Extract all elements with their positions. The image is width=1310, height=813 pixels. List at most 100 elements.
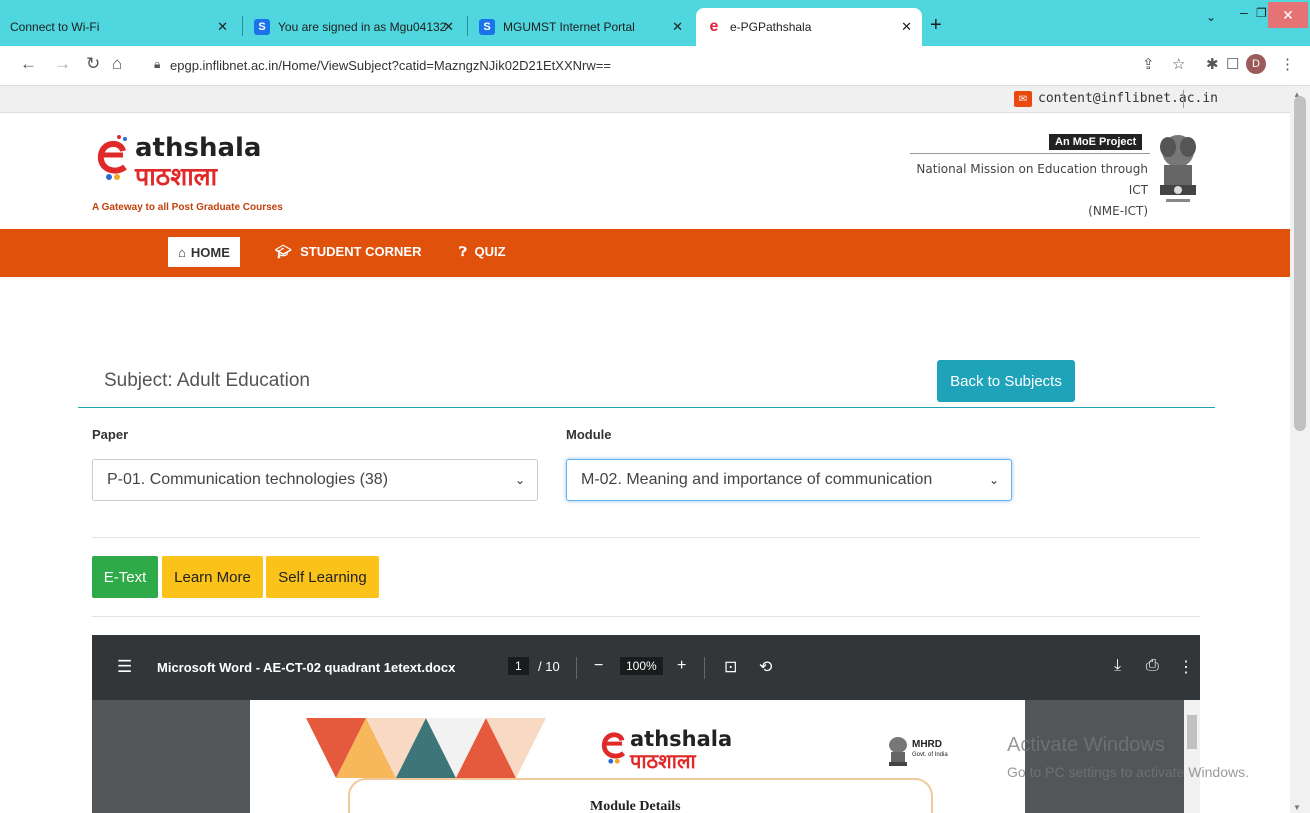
pdf-viewer[interactable]: ☰ Microsoft Word - AE-CT-02 quadrant 1et… <box>92 635 1200 813</box>
bookmark-star-icon[interactable]: ☆ <box>1172 55 1185 73</box>
doc-heading: Module Details <box>590 799 681 813</box>
restore-icon[interactable]: ❐ <box>1256 6 1267 20</box>
doc-logo-text-hindi: पाठशाला <box>630 749 696 773</box>
tab-search-chevron-icon[interactable]: ⌄ <box>1206 10 1216 24</box>
contact-bar: ✉ content@inflibnet.ac.in <box>0 86 1290 113</box>
mission-text: National Mission on Education through IC… <box>894 159 1148 222</box>
epathshala-logo-icon <box>601 732 626 764</box>
pdf-more-icon[interactable]: ⋮ <box>1178 657 1194 677</box>
divider <box>92 616 1200 617</box>
site-favicon-icon: S <box>479 19 495 35</box>
home-icon[interactable]: ⌂ <box>112 54 122 74</box>
national-emblem-icon <box>889 737 907 766</box>
close-icon[interactable]: ✕ <box>672 19 683 35</box>
tab-connect-wifi[interactable]: Connect to Wi-Fi ✕ <box>0 8 238 46</box>
tab-signed-in[interactable]: S You are signed in as Mgu04132 ✕ <box>244 8 464 46</box>
mission-line-1: National Mission on Education through IC… <box>916 162 1148 197</box>
reload-icon[interactable]: ↻ <box>86 54 100 74</box>
chevron-down-icon: ⌄ <box>988 473 999 487</box>
back-to-subjects-button[interactable]: Back to Subjects <box>937 360 1075 402</box>
nav-student-corner[interactable]: 🎓︎ STUDENT CORNER <box>275 244 421 260</box>
etext-button[interactable]: E-Text <box>92 556 158 598</box>
tab-separator <box>242 16 243 36</box>
nav-quiz-label: QUIZ <box>474 244 506 259</box>
share-icon[interactable]: ⇪ <box>1142 55 1155 73</box>
nav-home-label: HOME <box>190 244 230 260</box>
learn-more-button[interactable]: Learn More <box>162 556 263 598</box>
tab-title: You are signed in as Mgu04132 <box>278 20 447 34</box>
question-circle-icon: ❓︎ <box>459 244 467 259</box>
module-select-value: M-02. Meaning and importance of communic… <box>581 471 933 488</box>
module-select[interactable]: M-02. Meaning and importance of communic… <box>566 459 1012 501</box>
pdf-toolbar: ☰ Microsoft Word - AE-CT-02 quadrant 1et… <box>92 635 1200 700</box>
tab-title: e-PGPathshala <box>730 20 812 34</box>
tagline: A Gateway to all Post Graduate Courses <box>92 202 283 213</box>
address-bar: ← → ↻ ⌂ 🔒︎ epgp.inflibnet.ac.in/Home/Vie… <box>0 46 1310 86</box>
main-nav: ⌂ HOME 🎓︎ STUDENT CORNER ❓︎ QUIZ <box>0 229 1290 277</box>
site-favicon-icon: S <box>254 19 270 35</box>
contact-email[interactable]: content@inflibnet.ac.in <box>1038 91 1218 106</box>
nav-quiz[interactable]: ❓︎ QUIZ <box>459 244 506 260</box>
lock-icon[interactable]: 🔒︎ <box>154 57 160 72</box>
module-label: Module <box>566 427 612 442</box>
tab-epg-pathshala[interactable]: e e-PGPathshala ✕ <box>696 8 922 46</box>
divider <box>78 407 1215 408</box>
pdf-page-input[interactable]: 1 <box>508 657 529 675</box>
side-panel-icon[interactable]: ☐ <box>1226 55 1239 73</box>
extensions-icon[interactable]: ✱ <box>1206 55 1219 73</box>
subject-title: Subject: Adult Education <box>104 370 310 391</box>
moe-badge: An MoE Project <box>1049 134 1143 150</box>
national-emblem-icon <box>1160 135 1196 202</box>
pdf-page: athshala पाठशाला MHRD Govt. of India Mod… <box>250 700 1025 813</box>
zoom-out-icon[interactable]: − <box>594 657 603 675</box>
paper-select[interactable]: P-01. Communication technologies (38) ⌄ <box>92 459 538 501</box>
download-icon[interactable]: ⤓ <box>1114 657 1121 675</box>
pdf-scrollbar-thumb[interactable] <box>1187 715 1197 749</box>
nav-home[interactable]: ⌂ HOME <box>168 237 240 267</box>
page-scrollbar-thumb[interactable] <box>1294 96 1306 431</box>
url-text: epgp.inflibnet.ac.in/Home/ViewSubject?ca… <box>170 58 611 73</box>
logo-text-hindi: पाठशाला <box>135 162 218 191</box>
close-icon[interactable]: ✕ <box>901 19 912 35</box>
back-arrow-icon[interactable]: ← <box>20 54 37 74</box>
fit-page-icon[interactable]: ⊡ <box>724 657 737 677</box>
doc-govt-text: Govt. of India <box>912 752 948 758</box>
pdf-zoom-input[interactable]: 100% <box>620 657 663 675</box>
profile-avatar[interactable]: D <box>1246 54 1266 74</box>
divider <box>704 657 705 679</box>
url-field[interactable]: 🔒︎ epgp.inflibnet.ac.in/Home/ViewSubject… <box>146 51 1296 81</box>
chevron-down-icon: ⌄ <box>514 473 525 487</box>
zoom-in-icon[interactable]: + <box>677 657 686 675</box>
pathshala-favicon-icon: e <box>709 18 719 35</box>
doc-mhrd-text: MHRD <box>912 739 942 750</box>
home-icon: ⌂ <box>178 244 186 260</box>
graduation-cap-icon: 🎓︎ <box>275 244 292 259</box>
browser-tab-strip: Connect to Wi-Fi ✕ S You are signed in a… <box>0 0 1310 46</box>
forward-arrow-icon[interactable]: → <box>54 54 71 74</box>
tab-title: Connect to Wi-Fi <box>10 20 100 34</box>
mission-line-2: (NME-ICT) <box>1088 204 1148 218</box>
paper-select-value: P-01. Communication technologies (38) <box>107 471 389 488</box>
new-tab-icon[interactable]: + <box>930 14 942 37</box>
self-learning-button[interactable]: Self Learning <box>266 556 379 598</box>
nav-student-corner-label: STUDENT CORNER <box>300 244 422 259</box>
epathshala-logo-icon[interactable] <box>93 133 133 183</box>
pdf-page-total: / 10 <box>538 659 560 674</box>
divider <box>576 657 577 679</box>
window-close-icon[interactable]: ✕ <box>1268 2 1308 28</box>
minimize-icon[interactable]: – <box>1240 4 1248 20</box>
close-icon[interactable]: ✕ <box>217 19 228 35</box>
menu-kebab-icon[interactable]: ⋮ <box>1280 55 1295 73</box>
rotate-icon[interactable]: ⟲ <box>759 657 772 677</box>
tab-mgumst-portal[interactable]: S MGUMST Internet Portal ✕ <box>469 8 693 46</box>
menu-icon[interactable]: ☰ <box>117 657 132 677</box>
paper-label: Paper <box>92 427 129 442</box>
close-icon[interactable]: ✕ <box>443 19 454 35</box>
activate-windows-watermark: Activate Windows <box>1007 734 1165 756</box>
print-icon[interactable]: ⎙ <box>1146 657 1159 675</box>
divider <box>92 537 1200 538</box>
scroll-down-icon[interactable]: ▼ <box>1293 803 1301 812</box>
mail-icon: ✉ <box>1014 91 1032 107</box>
pdf-document-title: Microsoft Word - AE-CT-02 quadrant 1etex… <box>157 660 456 675</box>
tab-title: MGUMST Internet Portal <box>503 20 635 34</box>
